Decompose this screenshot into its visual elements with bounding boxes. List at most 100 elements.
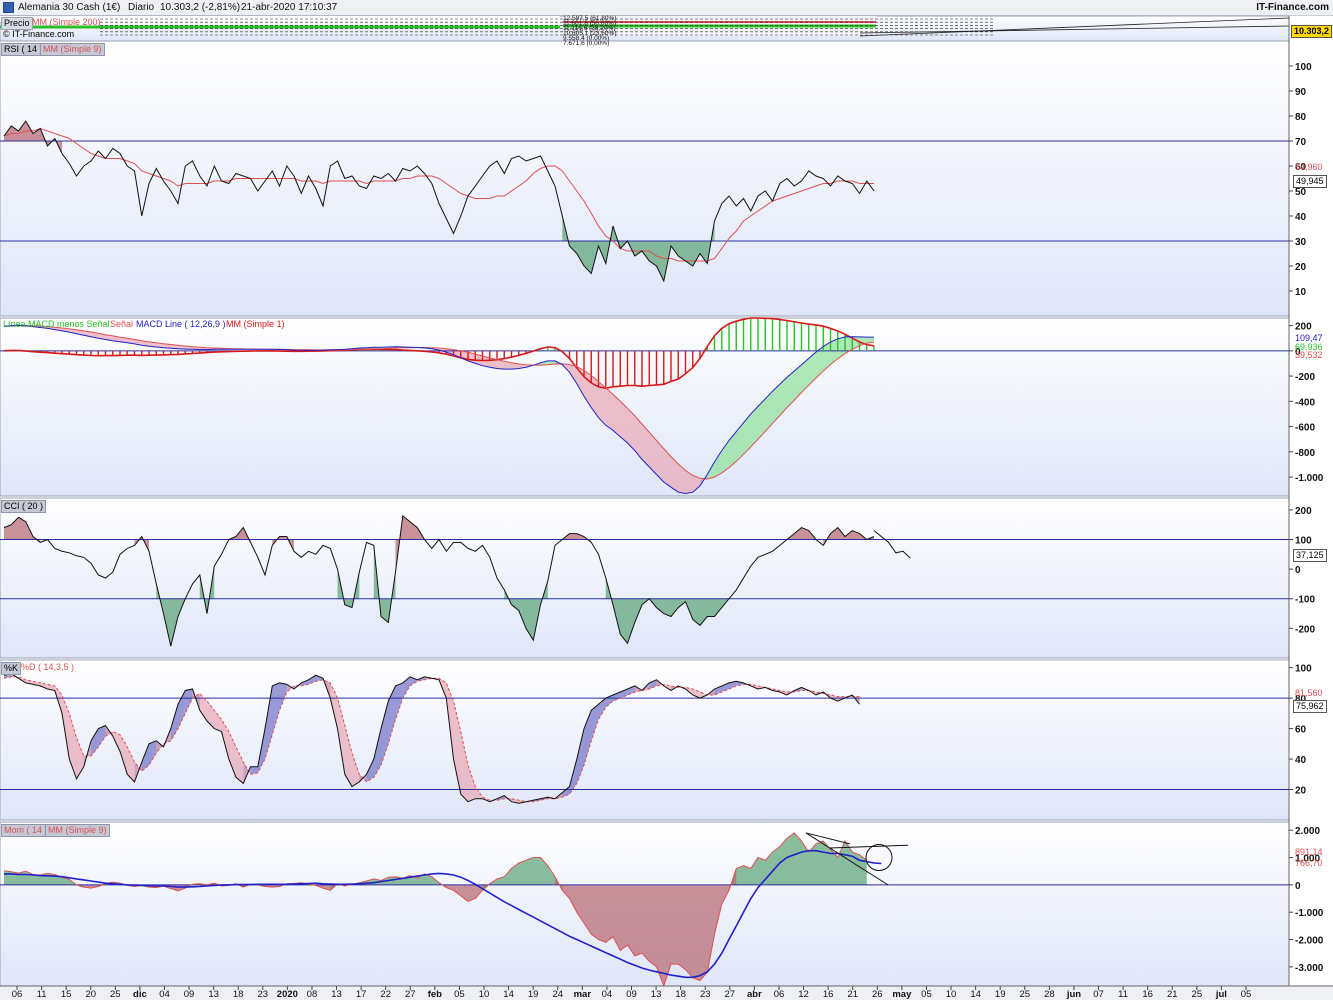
cci-last: 37,125 bbox=[1293, 549, 1327, 562]
chart-window: Alemania 30 Cash (1€) Diario 10.303,2 (-… bbox=[0, 0, 1333, 1000]
x-tick-label: mar bbox=[574, 989, 592, 1000]
x-tick-label: 26 bbox=[872, 989, 883, 1000]
last-price-tag: 10.303,2 bbox=[1291, 25, 1333, 38]
y-tick-label: 20 bbox=[1295, 786, 1307, 797]
x-tick-label: 12 bbox=[798, 989, 809, 1000]
x-tick-label: 10 bbox=[479, 989, 490, 1000]
mom-legend: Mom ( 14 ) bbox=[1, 824, 51, 837]
x-tick-label: 18 bbox=[233, 989, 244, 1000]
stoch-d-last: 81,560 bbox=[1295, 688, 1323, 698]
rsi-ma-last: 54,960 bbox=[1295, 162, 1323, 172]
x-tick-label: 25 bbox=[1019, 989, 1030, 1000]
mom-ma-last: 766,70 bbox=[1295, 858, 1323, 868]
y-tick-label: 200 bbox=[1295, 322, 1312, 333]
x-tick-label: 16 bbox=[1142, 989, 1153, 1000]
x-tick-label: 25 bbox=[1192, 989, 1203, 1000]
y-tick-label: -200 bbox=[1295, 372, 1315, 383]
x-tick-label: 21 bbox=[847, 989, 858, 1000]
y-tick-label: 60 bbox=[1295, 725, 1307, 736]
y-tick-label: 100 bbox=[1295, 62, 1312, 73]
y-tick-label: -100 bbox=[1295, 595, 1315, 606]
x-tick-label: 24 bbox=[552, 989, 563, 1000]
y-tick-label: 100 bbox=[1295, 535, 1312, 546]
panel-rsi bbox=[0, 40, 1290, 317]
x-tick-label: 27 bbox=[725, 989, 736, 1000]
x-tick-label: 06 bbox=[774, 989, 785, 1000]
x-tick-label: 09 bbox=[184, 989, 195, 1000]
y-tick-label: -1.000 bbox=[1295, 473, 1324, 484]
x-tick-label: jul bbox=[1215, 989, 1227, 1000]
y-tick-label: 2.000 bbox=[1295, 826, 1320, 837]
x-axis-strip bbox=[0, 986, 1333, 1000]
mom-ma-legend: MM (Simple 9) bbox=[45, 824, 110, 837]
x-tick-label: 15 bbox=[61, 989, 72, 1000]
y-tick-label: 10 bbox=[1295, 287, 1307, 298]
macd-ma-legend: MM (Simple 1) bbox=[226, 319, 285, 329]
y-tick-label: -3.000 bbox=[1295, 963, 1324, 974]
y-tick-label: 30 bbox=[1295, 237, 1307, 248]
x-tick-label: 13 bbox=[651, 989, 662, 1000]
x-tick-label: 23 bbox=[258, 989, 269, 1000]
y-tick-label: 200 bbox=[1295, 506, 1312, 517]
price-ma-legend: MM (Simple 200) bbox=[32, 17, 101, 27]
x-tick-label: 11 bbox=[37, 989, 47, 1000]
y-tick-label: -2.000 bbox=[1295, 936, 1324, 947]
y-tick-label: 100 bbox=[1295, 664, 1312, 675]
x-tick-label: 13 bbox=[208, 989, 219, 1000]
mom-last: 891,14 bbox=[1295, 847, 1323, 857]
stoch-d-legend: %D ( 14,3,5 ) bbox=[21, 662, 75, 672]
x-tick-label: 14 bbox=[970, 989, 981, 1000]
y-tick-label: 90 bbox=[1295, 87, 1307, 98]
y-tick-label: 40 bbox=[1295, 212, 1307, 223]
macd-signal-last: 39,532 bbox=[1295, 350, 1323, 360]
x-tick-label: may bbox=[892, 989, 912, 1000]
y-tick-label: 0 bbox=[1295, 881, 1301, 892]
panel-cci bbox=[0, 497, 1290, 659]
y-tick-label: 80 bbox=[1295, 112, 1307, 123]
y-tick-label: 70 bbox=[1295, 137, 1307, 148]
x-tick-label: 05 bbox=[1241, 989, 1252, 1000]
y-tick-label: 0 bbox=[1295, 565, 1301, 576]
x-tick-label: dic bbox=[133, 989, 147, 1000]
x-tick-label: 17 bbox=[356, 989, 367, 1000]
x-tick-label: 13 bbox=[331, 989, 342, 1000]
y-tick-label: -600 bbox=[1295, 423, 1315, 434]
macd-signal-legend: Señal bbox=[110, 319, 134, 329]
x-tick-label: 21 bbox=[1167, 989, 1178, 1000]
macd-line-legend: MACD Line ( 12,26,9 ) bbox=[136, 319, 226, 329]
stoch-k-legend: %K bbox=[1, 662, 22, 675]
x-tick-label: 22 bbox=[380, 989, 391, 1000]
fib-level: 7.671,6 (0,00%) bbox=[563, 40, 610, 47]
x-tick-label: 09 bbox=[626, 989, 637, 1000]
y-tick-label: 50 bbox=[1295, 187, 1307, 198]
x-tick-label: 2020 bbox=[277, 989, 298, 1000]
x-tick-label: 04 bbox=[602, 989, 613, 1000]
x-tick-label: 05 bbox=[454, 989, 465, 1000]
x-tick-label: abr bbox=[747, 989, 762, 1000]
stoch-k-last: 75,962 bbox=[1293, 700, 1327, 713]
x-tick-label: 10 bbox=[946, 989, 957, 1000]
rsi-last: 49,945 bbox=[1293, 175, 1327, 188]
panel-stochastic bbox=[0, 659, 1290, 821]
x-tick-label: 11 bbox=[1118, 989, 1128, 1000]
x-tick-label: 07 bbox=[1093, 989, 1104, 1000]
x-tick-label: 23 bbox=[700, 989, 711, 1000]
x-tick-label: 19 bbox=[528, 989, 539, 1000]
rsi-legend: RSI ( 14 ) bbox=[1, 43, 46, 56]
y-tick-label: -400 bbox=[1295, 397, 1315, 408]
y-tick-label: -200 bbox=[1295, 624, 1315, 635]
y-tick-label: 40 bbox=[1295, 755, 1307, 766]
macd-hist-legend: Línea MACD menos Señal bbox=[3, 319, 110, 329]
x-tick-label: feb bbox=[428, 989, 442, 1000]
x-tick-label: 16 bbox=[823, 989, 834, 1000]
y-tick-label: 20 bbox=[1295, 262, 1307, 273]
cci-legend: CCI ( 20 ) bbox=[1, 500, 47, 513]
x-tick-label: 28 bbox=[1044, 989, 1055, 1000]
y-tick-label: -800 bbox=[1295, 448, 1315, 459]
panel-macd bbox=[0, 317, 1290, 497]
x-tick-label: 20 bbox=[85, 989, 96, 1000]
rsi-ma-legend: MM (Simple 9) bbox=[40, 43, 105, 56]
x-tick-label: 05 bbox=[921, 989, 932, 1000]
indicator-chart: 1020304050607080901002000-200-400-600-80… bbox=[0, 15, 1333, 1000]
x-tick-label: 27 bbox=[405, 989, 416, 1000]
